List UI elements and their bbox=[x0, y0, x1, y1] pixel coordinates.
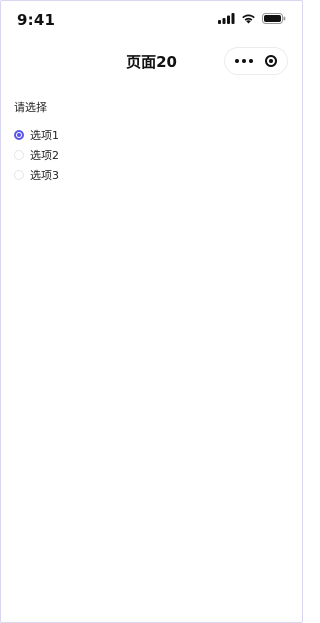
radio-button-checked[interactable] bbox=[14, 130, 24, 140]
content-area: 请选择 选项1 选项2 选项3 bbox=[14, 99, 289, 185]
more-icon[interactable] bbox=[235, 59, 253, 63]
phone-screen: 9:41 页面20 请选择 选项1 选项2 选项3 bbox=[0, 0, 303, 623]
radio-group: 选项1 选项2 选项3 bbox=[14, 125, 289, 185]
radio-group-label: 请选择 bbox=[14, 101, 47, 114]
status-time: 9:41 bbox=[17, 11, 56, 29]
radio-option-label: 选项1 bbox=[30, 129, 59, 142]
radio-option-1[interactable]: 选项1 bbox=[14, 125, 289, 145]
radio-option-label: 选项2 bbox=[30, 149, 59, 162]
status-bar: 9:41 bbox=[1, 1, 302, 37]
wifi-icon bbox=[241, 13, 256, 24]
battery-icon bbox=[262, 13, 286, 24]
radio-option-3[interactable]: 选项3 bbox=[14, 165, 289, 185]
target-icon[interactable] bbox=[265, 55, 277, 67]
radio-button[interactable] bbox=[14, 170, 24, 180]
signal-icon bbox=[218, 13, 235, 24]
radio-option-2[interactable]: 选项2 bbox=[14, 145, 289, 165]
status-icons bbox=[218, 13, 286, 24]
navigation-bar: 页面20 bbox=[1, 41, 302, 81]
radio-button[interactable] bbox=[14, 150, 24, 160]
mini-program-capsule bbox=[224, 47, 288, 75]
radio-option-label: 选项3 bbox=[30, 169, 59, 182]
